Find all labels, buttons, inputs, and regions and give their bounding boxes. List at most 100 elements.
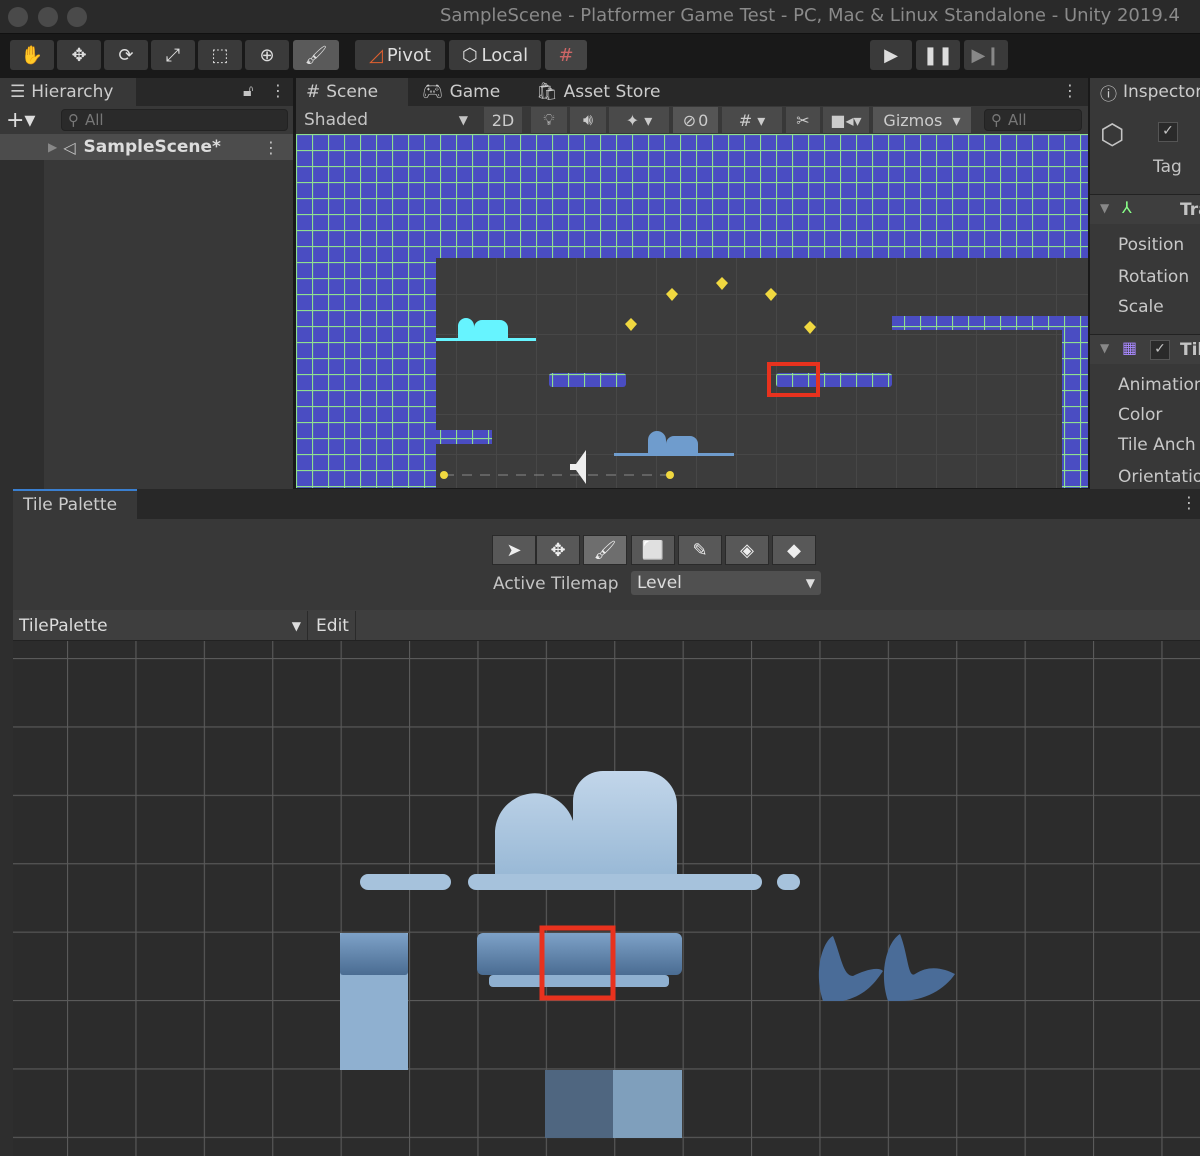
scale-icon: ⤢ (165, 44, 181, 66)
pivot-button[interactable]: ◿ Pivot (355, 40, 445, 70)
effects-icon: ✦ ▾ (625, 110, 653, 130)
transform-component-header[interactable]: ▼ ⅄ Tra (1090, 194, 1200, 224)
box-fill-tool-button[interactable]: ⬜ (631, 535, 675, 565)
pivot-icon: ◿ (368, 44, 383, 66)
rotate-icon: ⟳ (118, 44, 134, 66)
active-checkbox[interactable]: ✓ (1158, 122, 1178, 142)
audio-toggle[interactable]: 🔊︎ (570, 107, 606, 133)
pivot-label: Pivot (386, 44, 432, 66)
minimize-window-button[interactable] (38, 7, 58, 27)
tab-game[interactable]: 🎮︎ Game (412, 78, 510, 106)
tile-anchor-label: Tile Anch (1118, 435, 1196, 455)
lock-icon[interactable]: 🔓︎ (243, 81, 253, 101)
search-icon: ⚲ (991, 111, 1002, 129)
more-options-icon[interactable]: ⋮ (1181, 493, 1197, 512)
component-enabled-checkbox[interactable]: ✓ (1150, 340, 1170, 360)
scale-label: Scale (1118, 297, 1164, 317)
ground-tile (613, 1070, 682, 1138)
2d-toggle[interactable]: 2D (484, 107, 522, 133)
window-title: SampleScene - Platformer Game Test - PC,… (440, 5, 1180, 26)
play-icon: ▶ (884, 44, 898, 66)
cloud-tile (777, 874, 800, 890)
more-options-icon[interactable]: ⋮ (270, 81, 286, 100)
grid-icon: # (306, 82, 321, 102)
brush-icon: 🖌 (304, 44, 328, 66)
unity-scene-icon: ◁ (63, 137, 76, 157)
bag-icon: 🛍︎ (536, 82, 558, 102)
lighting-toggle[interactable]: 💡︎ (531, 107, 567, 133)
paint-tool-button[interactable]: 🖌 (583, 535, 627, 565)
color-label: Color (1118, 405, 1163, 425)
active-tilemap-label: Active Tilemap (493, 574, 619, 594)
tools-icon: ✂ (796, 110, 810, 130)
close-window-button[interactable] (8, 7, 28, 27)
select-icon: ➤ (506, 539, 522, 561)
tab-label: Hierarchy (31, 82, 114, 102)
gameobject-cube-icon: ⬡ (1100, 118, 1125, 151)
picker-icon: ✎ (692, 539, 708, 561)
shading-mode-dropdown[interactable]: Shaded ▼ (296, 107, 476, 133)
scene-viewport[interactable] (296, 134, 1088, 488)
animation-label: Animation (1118, 375, 1200, 395)
tab-hierarchy[interactable]: ☰ Hierarchy (0, 78, 136, 106)
tilemap-renderer-component-header[interactable]: ▼ ▦ ✓ Til (1090, 334, 1200, 364)
play-button[interactable]: ▶ (870, 40, 912, 70)
cloud-base-tile (468, 874, 762, 890)
maximize-window-button[interactable] (67, 7, 87, 27)
ground-tile (545, 1070, 613, 1138)
scene-search-input[interactable]: ⚲ All (984, 109, 1082, 131)
hand-icon: ✋ (20, 44, 44, 66)
active-tilemap-dropdown[interactable]: Level ▼ (631, 571, 821, 595)
tile-platform (892, 316, 1088, 330)
hierarchy-search-input[interactable]: ⚲ All (61, 109, 288, 131)
gizmos-dropdown[interactable]: Gizmos ▾ (873, 107, 971, 133)
local-button[interactable]: ⬡ Local (449, 40, 541, 70)
select-tool-button[interactable]: ➤ (492, 535, 536, 565)
pause-button[interactable]: ❚❚ (916, 40, 960, 70)
fill-tool-button[interactable]: ◆ (772, 535, 816, 565)
scene-options-icon[interactable]: ⋮ (263, 138, 279, 157)
transform-icon: ⊕ (259, 44, 275, 66)
tab-inspector[interactable]: ⓘ Inspector (1090, 78, 1200, 106)
more-options-icon[interactable]: ⋮ (1062, 81, 1078, 100)
tab-asset-store[interactable]: 🛍︎ Asset Store (526, 78, 670, 106)
brush-tool-button[interactable]: 🖌 (293, 40, 339, 70)
chevron-down-icon: ▼ (458, 113, 468, 127)
rotate-tool-button[interactable]: ⟳ (104, 40, 148, 70)
scale-tool-button[interactable]: ⤢ (151, 40, 195, 70)
chevron-down-icon: ▼ (291, 618, 301, 633)
transform-tool-button[interactable]: ⊕ (245, 40, 289, 70)
move-tool-button[interactable]: ✥ (536, 535, 580, 565)
edit-palette-button[interactable]: Edit (310, 611, 356, 640)
expand-arrow-icon[interactable]: ▶ (48, 140, 57, 154)
picker-tool-button[interactable]: ✎ (678, 535, 722, 565)
tile-platform (436, 430, 492, 444)
hand-tool-button[interactable]: ✋ (10, 40, 54, 70)
eye-off-icon: ⊘ (682, 110, 697, 130)
hierarchy-item-scene[interactable]: ▶ ◁ SampleScene* ⋮ (0, 134, 293, 160)
gamepad-icon: 🎮︎ (422, 82, 444, 102)
hidden-objects-toggle[interactable]: ⊘ 0 (673, 107, 718, 133)
move-tool-button[interactable]: ✥ (57, 40, 101, 70)
eraser-tool-button[interactable]: ◈ (725, 535, 769, 565)
cube-icon: ⬡ (461, 44, 478, 66)
grid-dropdown[interactable]: # ▾ (722, 107, 782, 133)
tools-toggle[interactable]: ✂ (786, 107, 820, 133)
step-icon: ▶❙ (971, 44, 1001, 66)
rect-icon: ⬚ (211, 44, 229, 66)
palette-dropdown[interactable]: TilePalette ▼ (13, 611, 308, 640)
add-object-button[interactable]: +▾ (6, 108, 35, 133)
rotation-label: Rotation (1118, 267, 1190, 287)
tile-platform (776, 373, 892, 387)
chevron-down-icon: ▼ (805, 576, 815, 590)
lightbulb-icon: 💡︎ (543, 110, 555, 129)
grid-snap-button[interactable]: # (545, 40, 587, 70)
camera-dropdown[interactable]: ■◂▾ (823, 107, 869, 133)
tab-tile-palette[interactable]: Tile Palette (13, 489, 137, 519)
tab-scene[interactable]: # Scene (296, 78, 408, 106)
step-button[interactable]: ▶❙ (964, 40, 1008, 70)
tile-wall-left (296, 258, 436, 488)
effects-dropdown[interactable]: ✦ ▾ (609, 107, 669, 133)
palette-grid[interactable] (13, 641, 1200, 1156)
rect-tool-button[interactable]: ⬚ (198, 40, 242, 70)
